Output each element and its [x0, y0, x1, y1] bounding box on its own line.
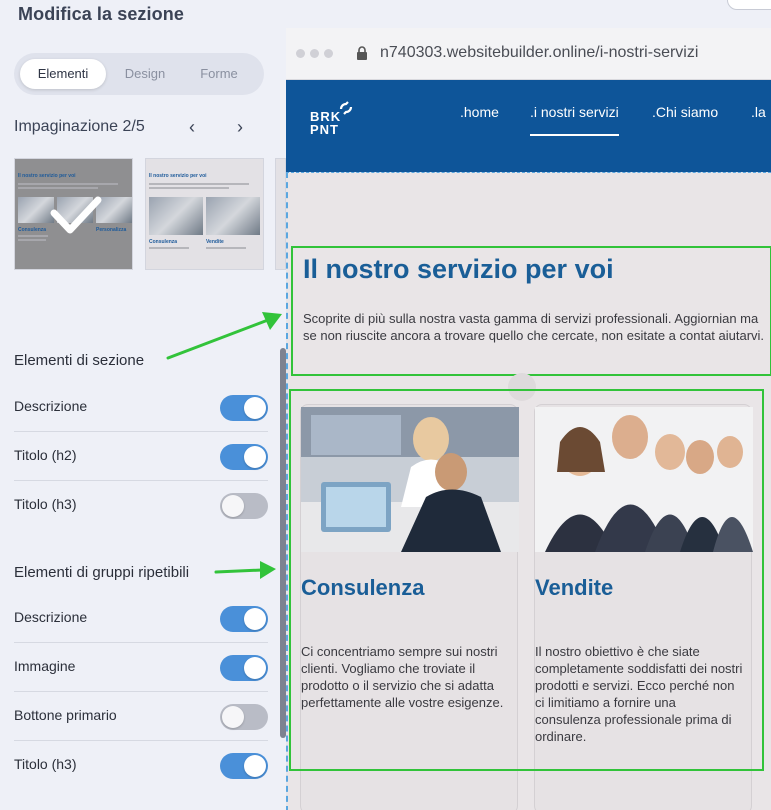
toggle-row-titolo-h2: Titolo (h2) [14, 432, 268, 481]
thumbnail-heading: Il nostro servizio per voi [149, 173, 207, 179]
check-icon [50, 196, 102, 234]
section-title[interactable]: Il nostro servizio per voi [303, 254, 614, 285]
toggle-row-titolo-h3: Titolo (h3) [14, 741, 268, 790]
annotation-arrow-icon [166, 312, 282, 360]
address-bar: n740303.websitebuilder.online/i-nostri-s… [286, 28, 771, 80]
toggle-label: Titolo (h2) [14, 447, 77, 463]
repeatable-group-highlight [289, 389, 764, 771]
site-header: BRK PNT .home .i nostri servizi .Chi sia… [286, 80, 771, 172]
toggle-row-immagine: Immagine [14, 643, 268, 692]
tab-switcher: Elementi Design Forme [14, 53, 264, 95]
tab-elementi[interactable]: Elementi [20, 59, 106, 89]
window-dot [324, 49, 333, 58]
nav-link-chi-siamo[interactable]: .Chi siamo [652, 104, 718, 120]
toggle-row-descrizione: Descrizione [14, 594, 268, 643]
thumbnail-caption: Vendite [206, 239, 224, 245]
toggle-label: Descrizione [14, 609, 88, 625]
annotation-arrow-icon [214, 561, 276, 579]
window-dot [296, 49, 305, 58]
section-settings-panel: Modifica la sezione Elementi Design Form… [0, 0, 286, 810]
toggle-label: Bottone primario [14, 707, 117, 723]
toggle-row-bottone-primario: Bottone primario [14, 692, 268, 741]
section-boundary [286, 172, 771, 173]
toggle-switch[interactable] [220, 655, 268, 681]
nav-link-home[interactable]: .home [460, 104, 499, 120]
nav-link-more[interactable]: .la [751, 104, 766, 120]
section-elements-label: Elementi di sezione [14, 352, 145, 369]
page-url[interactable]: n740303.websitebuilder.online/i-nostri-s… [380, 44, 698, 62]
toggle-label: Descrizione [14, 398, 88, 414]
toggle-switch[interactable] [220, 493, 268, 519]
layout-pager-label: Impaginazione 2/5 [14, 118, 145, 135]
nav-link-servizi[interactable]: .i nostri servizi [530, 104, 619, 136]
group-elements-label: Elementi di gruppi ripetibili [14, 564, 190, 581]
layout-thumbnail-2[interactable]: Il nostro servizio per voi Consulenza Ve… [145, 158, 264, 270]
toggle-row-descrizione: Descrizione [14, 383, 268, 432]
thumbnail-caption: Consulenza [149, 239, 178, 245]
toggle-switch[interactable] [220, 395, 268, 421]
section-boundary [286, 172, 288, 810]
chevron-right-icon[interactable]: › [227, 112, 253, 142]
site-preview: n740303.websitebuilder.online/i-nostri-s… [286, 28, 771, 810]
toggle-label: Titolo (h3) [14, 496, 77, 512]
toggle-switch[interactable] [220, 444, 268, 470]
top-right-button[interactable] [727, 0, 771, 10]
window-dot [310, 49, 319, 58]
toggle-switch[interactable] [220, 704, 268, 730]
panel-title: Modifica la sezione [18, 4, 184, 24]
toggle-switch[interactable] [220, 753, 268, 779]
layout-thumbnail-3[interactable] [275, 158, 286, 270]
chevron-left-icon[interactable]: ‹ [179, 112, 205, 142]
toggle-switch[interactable] [220, 606, 268, 632]
lock-icon [357, 46, 367, 60]
toggle-row-titolo-h3: Titolo (h3) [14, 481, 268, 530]
section-description[interactable]: Scoprite di più sulla nostra vasta gamma… [303, 310, 771, 344]
tab-forme[interactable]: Forme [176, 59, 262, 89]
site-logo[interactable]: BRK PNT [310, 110, 341, 136]
toggle-label: Titolo (h3) [14, 756, 77, 772]
logo-mark-icon [339, 101, 353, 115]
toggle-label: Immagine [14, 658, 76, 674]
